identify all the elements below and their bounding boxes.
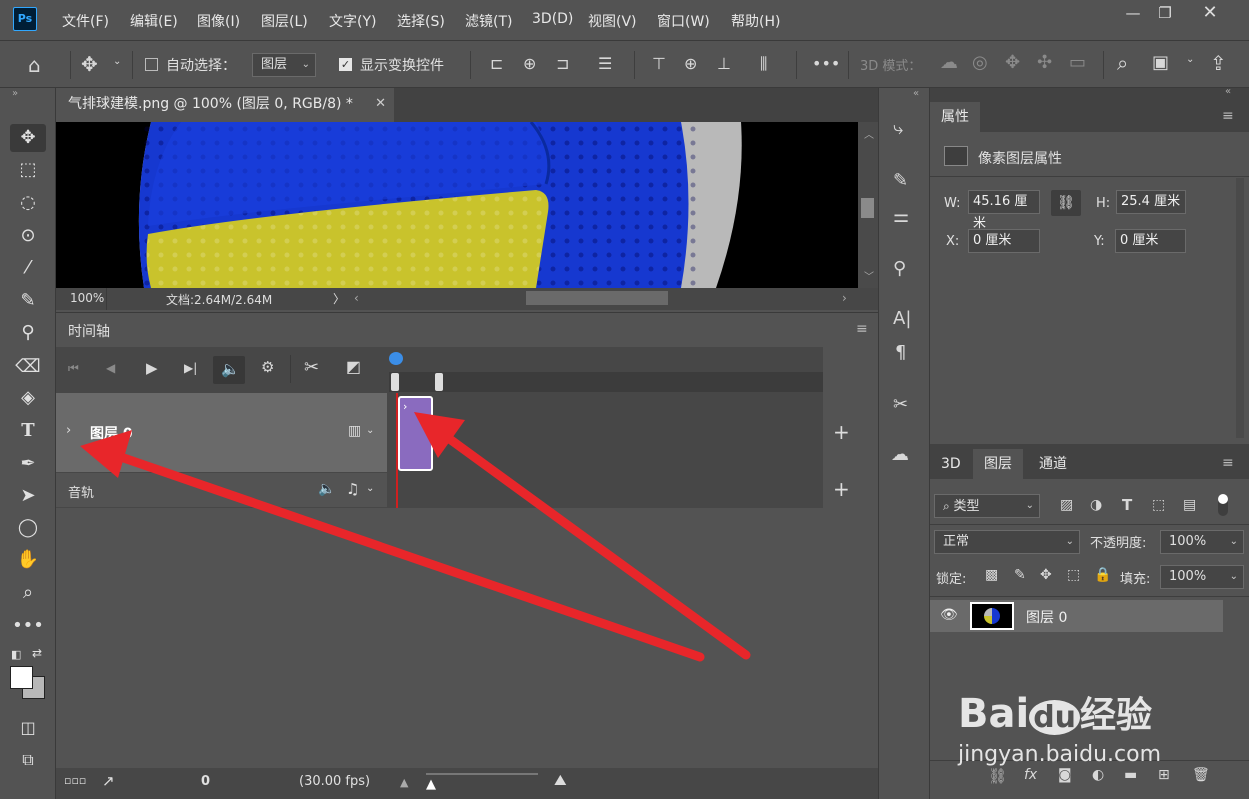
- watermark-logo: Bai du 经验: [958, 686, 1152, 738]
- watermark-cn: 经验: [1080, 695, 1153, 736]
- watermark-url: jingyan.baidu.com: [958, 742, 1162, 767]
- watermark-paw-icon: du: [1029, 700, 1081, 735]
- watermark-brand: Bai: [958, 691, 1030, 737]
- arrow-to-layer: [80, 430, 705, 662]
- annotation-arrows: [80, 412, 751, 662]
